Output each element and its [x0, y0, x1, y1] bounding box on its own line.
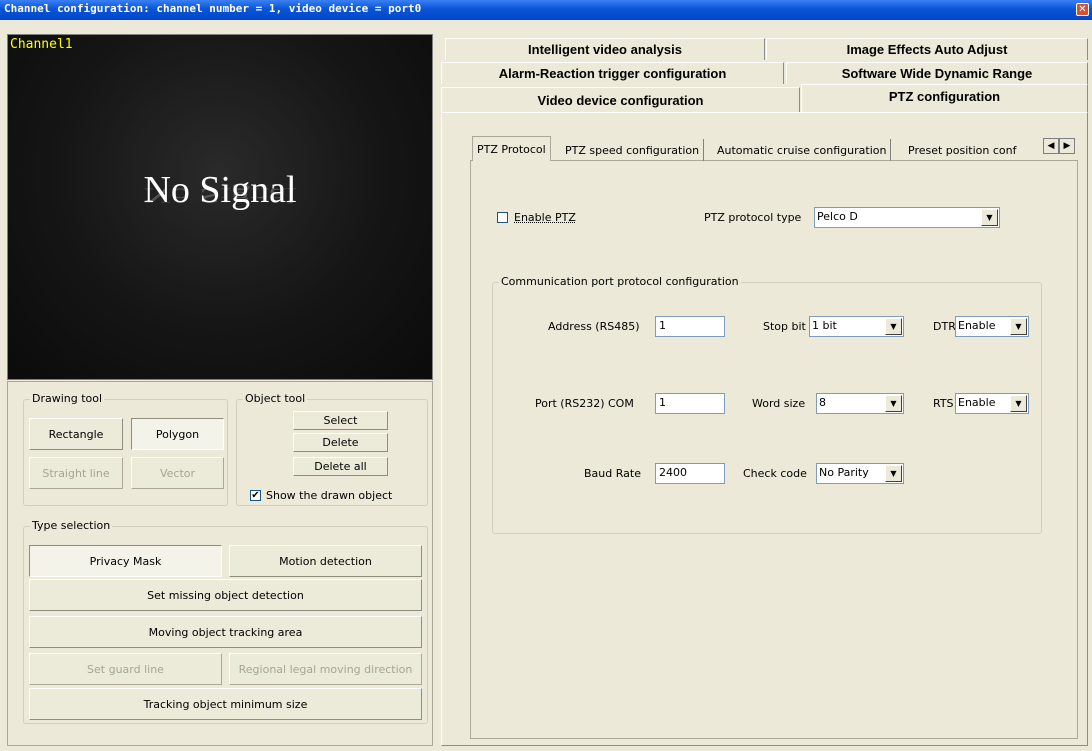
baud-rate-input[interactable]: 2400 — [655, 463, 725, 484]
ptz-protocol-type-value: Pelco D — [817, 210, 858, 223]
port-input[interactable]: 1 — [655, 393, 725, 414]
comm-port-legend: Communication port protocol configuratio… — [499, 275, 741, 288]
drawing-tool-legend: Drawing tool — [30, 392, 105, 405]
type-selection-legend: Type selection — [30, 519, 113, 532]
window-title: Channel configuration: channel number = … — [4, 2, 422, 15]
chevron-down-icon[interactable] — [885, 318, 902, 335]
word-size-select[interactable]: 8 — [816, 393, 904, 414]
close-icon[interactable]: ✕ — [1076, 3, 1089, 16]
moving-direction-button[interactable]: Regional legal moving direction — [229, 653, 422, 685]
guard-line-button[interactable]: Set guard line — [29, 653, 222, 685]
select-button[interactable]: Select — [293, 411, 388, 430]
motion-detection-button[interactable]: Motion detection — [229, 545, 422, 577]
stop-bit-label: Stop bit — [763, 320, 806, 333]
baud-rate-label: Baud Rate — [584, 467, 641, 480]
stop-bit-select[interactable]: 1 bit — [809, 316, 904, 337]
no-signal-reflection: No Signal — [143, 183, 297, 207]
delete-button[interactable]: Delete — [293, 433, 388, 452]
tab-wide-dynamic[interactable]: Software Wide Dynamic Range — [786, 62, 1088, 84]
drawing-tool-group: Drawing tool — [23, 392, 228, 506]
channel-label: Channel1 — [10, 37, 73, 52]
rts-select[interactable]: Enable — [955, 393, 1029, 414]
chevron-down-icon[interactable] — [885, 395, 902, 412]
check-code-value: No Parity — [819, 466, 869, 479]
dtr-label: DTR — [933, 320, 956, 333]
ptz-protocol-type-select[interactable]: Pelco D — [814, 207, 1000, 228]
dtr-value: Enable — [958, 319, 996, 332]
tab-ptz-speed[interactable]: PTZ speed configuration — [561, 139, 705, 161]
tab-ptz-protocol[interactable]: PTZ Protocol — [472, 136, 551, 161]
tracking-area-button[interactable]: Moving object tracking area — [29, 616, 422, 648]
tab-video-device[interactable]: Video device configuration — [441, 87, 800, 112]
address-label: Address (RS485) — [548, 320, 640, 333]
chevron-down-icon[interactable] — [1010, 395, 1027, 412]
object-tool-legend: Object tool — [243, 392, 308, 405]
vector-button[interactable]: Vector — [131, 457, 224, 489]
chevron-down-icon[interactable] — [885, 465, 902, 482]
show-drawn-checkbox[interactable]: ✔ — [250, 490, 261, 501]
enable-ptz-label: Enable PTZ — [514, 211, 576, 224]
polygon-button[interactable]: Polygon — [131, 418, 224, 450]
rectangle-button[interactable]: Rectangle — [29, 418, 123, 450]
stop-bit-value: 1 bit — [812, 319, 837, 332]
tab-ptz-configuration[interactable]: PTZ configuration — [801, 84, 1088, 113]
word-size-label: Word size — [752, 397, 806, 410]
word-size-value: 8 — [819, 396, 826, 409]
tool-panel: Drawing tool Rectangle Polygon Straight … — [7, 381, 433, 746]
delete-all-button[interactable]: Delete all — [293, 457, 388, 476]
tab-scroll-left-icon[interactable]: ◀ — [1043, 138, 1059, 154]
chevron-down-icon[interactable] — [981, 209, 998, 226]
ptz-protocol-type-label: PTZ protocol type — [704, 211, 802, 224]
privacy-mask-button[interactable]: Privacy Mask — [29, 545, 222, 577]
check-code-select[interactable]: No Parity — [816, 463, 904, 484]
enable-ptz-checkbox[interactable] — [497, 212, 508, 223]
address-input[interactable]: 1 — [655, 316, 725, 337]
tab-image-effects[interactable]: Image Effects Auto Adjust — [766, 38, 1088, 60]
missing-object-button[interactable]: Set missing object detection — [29, 579, 422, 611]
video-preview[interactable]: Channel1 No Signal No Signal — [7, 34, 433, 380]
straight-line-button[interactable]: Straight line — [29, 457, 123, 489]
tab-intelligent-video[interactable]: Intelligent video analysis — [445, 38, 765, 60]
rts-label: RTS — [933, 397, 954, 410]
dtr-select[interactable]: Enable — [955, 316, 1029, 337]
min-size-button[interactable]: Tracking object minimum size — [29, 688, 422, 720]
tab-alarm-reaction[interactable]: Alarm-Reaction trigger configuration — [441, 62, 784, 84]
rts-value: Enable — [958, 396, 996, 409]
tab-auto-cruise[interactable]: Automatic cruise configuration — [713, 139, 892, 161]
port-label: Port (RS232) COM — [535, 397, 634, 410]
tab-scroll-right-icon[interactable]: ▶ — [1059, 138, 1075, 154]
show-drawn-label: Show the drawn object — [266, 489, 393, 502]
title-bar: Channel configuration: channel number = … — [0, 0, 1092, 20]
tab-preset-position[interactable]: Preset position conf — [904, 139, 1021, 161]
check-code-label: Check code — [743, 467, 807, 480]
chevron-down-icon[interactable] — [1010, 318, 1027, 335]
